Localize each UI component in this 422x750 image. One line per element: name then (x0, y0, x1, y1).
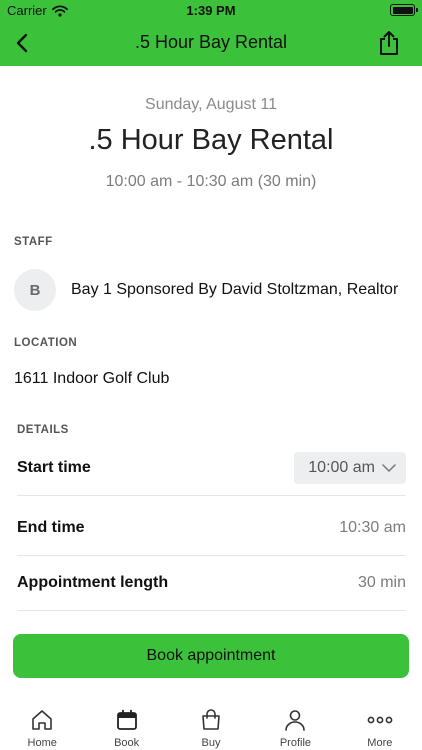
navigation-bar: .5 Hour Bay Rental (0, 20, 422, 66)
share-button[interactable] (374, 28, 404, 58)
start-time-select[interactable]: 10:00 am (294, 452, 406, 484)
tab-book[interactable]: Book (84, 695, 168, 750)
end-time-label: End time (17, 519, 85, 536)
status-time: 1:39 PM (186, 3, 236, 18)
tab-buy-label: Buy (201, 737, 221, 749)
tab-home-label: Home (27, 737, 57, 749)
appointment-length-value: 30 min (357, 574, 406, 591)
start-time-label: Start time (17, 459, 91, 476)
avatar: B (14, 269, 56, 311)
tab-book-label: Book (114, 737, 140, 749)
location-section-label: LOCATION (14, 337, 78, 349)
share-icon (380, 31, 398, 55)
chevron-left-icon (16, 33, 28, 53)
tab-bar: Home Book Buy Profile More (0, 695, 422, 750)
tab-buy[interactable]: Buy (169, 695, 253, 750)
appointment-date: Sunday, August 11 (145, 96, 277, 113)
back-button[interactable] (8, 29, 36, 57)
nav-title: .5 Hour Bay Rental (134, 32, 288, 52)
home-icon (32, 710, 53, 730)
service-title: .5 Hour Bay Rental (88, 124, 334, 156)
chevron-down-icon (382, 464, 396, 472)
appointment-length-row: Appointment length 30 min (17, 556, 406, 611)
tab-home[interactable]: Home (0, 695, 84, 750)
battery-icon (390, 4, 418, 16)
start-time-row: Start time 10:00 am (17, 441, 406, 496)
person-icon (285, 710, 306, 731)
more-icon (367, 716, 393, 724)
start-time-value: 10:00 am (308, 459, 375, 476)
status-bar: Carrier 1:39 PM (0, 0, 422, 20)
end-time-row: End time 10:30 am (17, 501, 406, 556)
tab-more-label: More (367, 737, 393, 749)
tab-profile-label: Profile (279, 737, 312, 749)
staff-name: Bay 1 Sponsored By David Stoltzman, Real… (71, 281, 399, 298)
calendar-icon (116, 709, 137, 730)
location-name: 1611 Indoor Golf Club (14, 370, 170, 387)
staff-row: B Bay 1 Sponsored By David Stoltzman, Re… (14, 268, 412, 312)
staff-section-label: STAFF (14, 236, 53, 248)
time-range: 10:00 am - 10:30 am (30 min) (105, 173, 317, 190)
tab-profile[interactable]: Profile (253, 695, 337, 750)
tab-more[interactable]: More (338, 695, 422, 750)
book-appointment-button[interactable]: Book appointment (13, 634, 409, 678)
shopping-bag-icon (202, 709, 220, 730)
appointment-length-label: Appointment length (17, 574, 169, 591)
end-time-value: 10:30 am (339, 519, 406, 536)
details-section-label: DETAILS (17, 424, 69, 436)
appointment-header: Sunday, August 11 .5 Hour Bay Rental 10:… (0, 66, 422, 191)
